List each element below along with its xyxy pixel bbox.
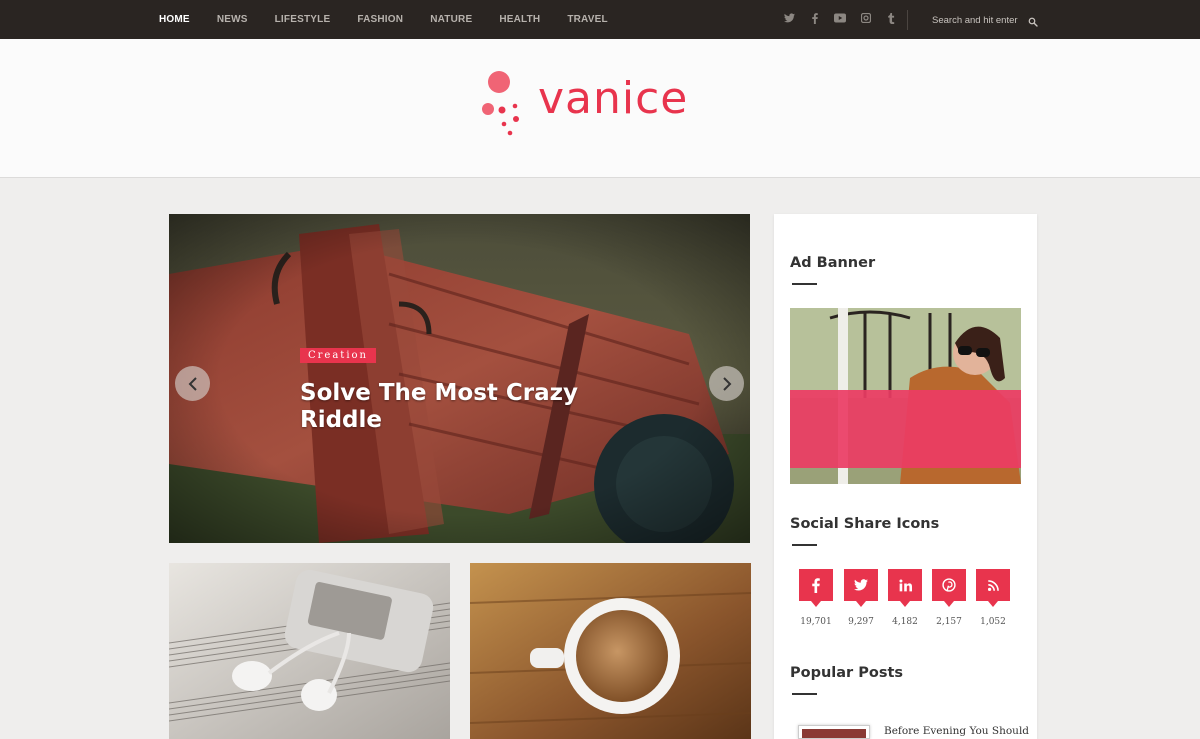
slide-title[interactable]: Solve The Most Crazy Riddle <box>300 380 620 434</box>
ad-banner[interactable] <box>790 308 1021 484</box>
post-image-coffee <box>470 563 751 739</box>
featured-slider[interactable] <box>169 214 750 543</box>
youtube-icon[interactable] <box>832 13 848 27</box>
post-thumbnail[interactable] <box>470 563 751 739</box>
widget-title-underline <box>792 544 817 546</box>
search-input[interactable] <box>932 14 1028 26</box>
share-pinterest-button[interactable] <box>932 569 966 607</box>
nav-item-nature[interactable]: NATURE <box>430 14 472 25</box>
nav-item-travel[interactable]: TRAVEL <box>567 14 607 25</box>
social-links <box>781 0 909 39</box>
facebook-icon[interactable] <box>807 12 823 27</box>
widget-title-popular-posts: Popular Posts <box>790 665 904 681</box>
site-logo[interactable]: vanice <box>480 67 720 147</box>
pinterest-icon <box>942 578 956 592</box>
share-rss-button[interactable] <box>976 569 1010 607</box>
widget-title-social-share: Social Share Icons <box>790 516 940 532</box>
share-count-pinterest: 2,157 <box>936 617 962 627</box>
slider-prev-button[interactable] <box>175 366 210 401</box>
share-count-facebook: 19,701 <box>800 617 832 627</box>
post-image-music <box>169 563 450 739</box>
twitter-icon[interactable] <box>781 12 797 27</box>
linkedin-icon <box>898 578 912 591</box>
chevron-right-icon <box>722 376 731 391</box>
slide-image <box>169 214 750 543</box>
slide-category-badge[interactable]: Creation <box>300 348 376 363</box>
nav-item-news[interactable]: NEWS <box>217 14 248 25</box>
chevron-left-icon <box>188 376 197 391</box>
share-count-linkedin: 4,182 <box>892 617 918 627</box>
slider-next-button[interactable] <box>709 366 744 401</box>
share-twitter-button[interactable] <box>844 569 878 607</box>
main-nav: HOME NEWS LIFESTYLE FASHION NATURE HEALT… <box>159 0 635 39</box>
popular-post-title[interactable]: Before Evening You Should <box>884 725 1029 737</box>
search-box <box>932 12 1044 28</box>
rss-icon <box>987 579 999 591</box>
logo-wordmark: vanice <box>538 73 689 124</box>
search-icon[interactable] <box>1028 14 1040 27</box>
site-header: vanice <box>0 39 1200 178</box>
nav-item-lifestyle[interactable]: LIFESTYLE <box>275 14 331 25</box>
nav-divider <box>907 10 908 30</box>
popular-post-thumbnail[interactable] <box>798 725 870 739</box>
share-count-rss: 1,052 <box>980 617 1006 627</box>
widget-title-ad-banner: Ad Banner <box>790 255 876 271</box>
twitter-icon <box>854 579 868 591</box>
widget-title-underline <box>792 283 817 285</box>
share-linkedin-button[interactable] <box>888 569 922 607</box>
ad-banner-overlay <box>790 390 1021 468</box>
logo-dots-icon <box>482 71 519 136</box>
nav-item-health[interactable]: HEALTH <box>499 14 540 25</box>
instagram-icon[interactable] <box>858 12 874 27</box>
nav-item-home[interactable]: HOME <box>159 14 190 25</box>
post-thumbnail[interactable] <box>169 563 450 739</box>
share-facebook-button[interactable] <box>799 569 833 607</box>
widget-title-underline <box>792 693 817 695</box>
tumblr-icon[interactable] <box>883 12 899 27</box>
top-navigation-bar: HOME NEWS LIFESTYLE FASHION NATURE HEALT… <box>0 0 1200 39</box>
nav-item-fashion[interactable]: FASHION <box>357 14 403 25</box>
facebook-icon <box>812 577 820 593</box>
sidebar: Ad Banner MATERNITY SHOPPING Social Shar… <box>774 214 1037 739</box>
share-count-twitter: 9,297 <box>848 617 874 627</box>
